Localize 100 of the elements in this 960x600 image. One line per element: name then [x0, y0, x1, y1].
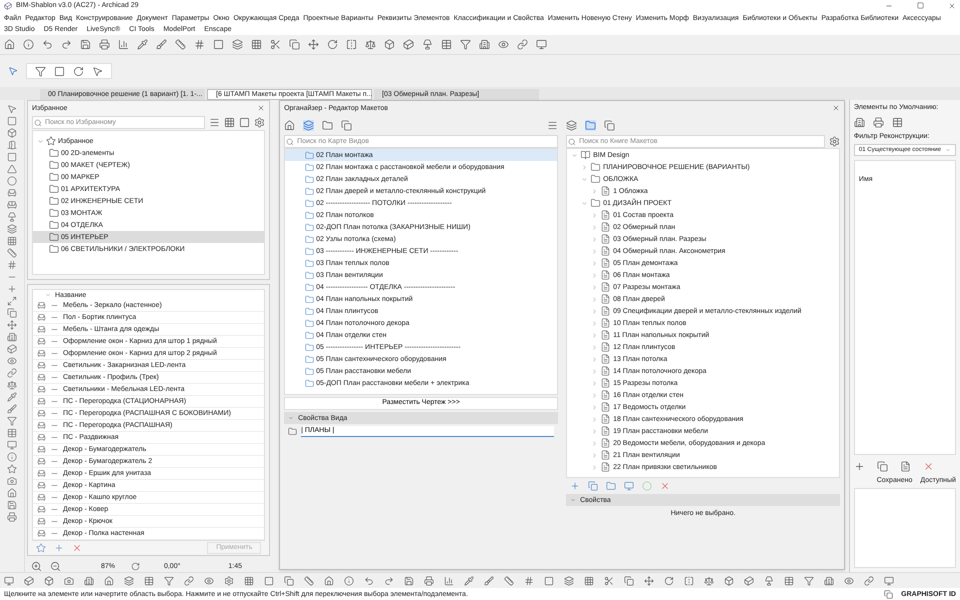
copy-icon[interactable] — [289, 39, 300, 50]
eye-icon[interactable] — [498, 39, 509, 50]
table-icon[interactable] — [892, 116, 903, 128]
move-icon[interactable] — [6, 320, 17, 330]
eye-icon[interactable] — [204, 576, 214, 586]
pipette-icon[interactable] — [6, 392, 17, 402]
table-grid-icon[interactable] — [6, 236, 17, 246]
brush-icon[interactable] — [484, 576, 494, 586]
brush-icon[interactable] — [6, 404, 17, 414]
settings-icon[interactable] — [224, 576, 234, 586]
monitor-icon[interactable] — [536, 39, 547, 50]
filter-icon[interactable] — [6, 416, 17, 426]
redo-icon[interactable] — [384, 576, 394, 586]
building-icon[interactable] — [854, 116, 865, 128]
square-icon[interactable] — [544, 576, 554, 586]
info-icon[interactable] — [344, 576, 354, 586]
monitor-icon[interactable] — [884, 576, 894, 586]
link-icon[interactable] — [864, 576, 874, 586]
table-icon[interactable] — [441, 39, 452, 50]
zoom-out-icon[interactable] — [50, 560, 61, 572]
monitor-icon[interactable] — [4, 576, 14, 586]
eye-icon[interactable] — [844, 576, 854, 586]
move-icon[interactable] — [644, 576, 654, 586]
save-icon[interactable] — [6, 500, 17, 510]
layers-icon[interactable] — [6, 224, 17, 234]
sofa-icon[interactable] — [6, 200, 17, 210]
printer-icon[interactable] — [872, 116, 884, 128]
delete-icon[interactable] — [660, 481, 670, 491]
ruler-icon[interactable] — [175, 39, 186, 50]
building-icon[interactable] — [84, 576, 94, 586]
undo-icon[interactable] — [364, 576, 374, 586]
chevron-down-icon[interactable] — [36, 138, 44, 144]
table-icon[interactable] — [6, 428, 17, 438]
link-icon[interactable] — [517, 39, 528, 50]
cube-icon[interactable] — [744, 576, 754, 586]
home-icon[interactable] — [324, 576, 334, 586]
pointer-icon[interactable] — [8, 66, 18, 76]
filter-icon[interactable] — [804, 576, 814, 586]
lamp-icon[interactable] — [6, 212, 17, 222]
layers-icon[interactable] — [124, 576, 134, 586]
info-icon[interactable] — [6, 452, 17, 462]
monitor-icon[interactable] — [624, 481, 634, 491]
ruler-icon[interactable] — [6, 248, 17, 258]
mirror-icon[interactable] — [346, 39, 357, 50]
box-icon[interactable] — [384, 39, 395, 50]
copy-icon[interactable] — [284, 576, 294, 586]
save-icon[interactable] — [404, 576, 414, 586]
rotate-icon[interactable] — [73, 66, 84, 76]
scissors-icon[interactable] — [604, 576, 614, 586]
cube-icon[interactable] — [24, 576, 34, 586]
camera-icon[interactable] — [64, 576, 74, 586]
filter-icon[interactable] — [35, 66, 46, 76]
copy-icon[interactable] — [604, 120, 616, 130]
scale-icon[interactable] — [704, 576, 714, 586]
filter-icon[interactable] — [460, 39, 471, 50]
delete-icon[interactable] — [72, 543, 82, 553]
add-icon[interactable] — [854, 460, 865, 472]
building-icon[interactable] — [6, 332, 17, 342]
settings-icon[interactable] — [254, 117, 266, 128]
cube-icon[interactable] — [403, 39, 414, 50]
cube-icon[interactable] — [6, 344, 17, 354]
copy-icon[interactable] — [6, 308, 17, 318]
close-icon[interactable] — [948, 2, 956, 10]
delete-icon[interactable] — [922, 460, 934, 472]
square-icon[interactable] — [6, 116, 17, 126]
lamp-icon[interactable] — [422, 39, 433, 50]
layers-icon[interactable] — [232, 39, 243, 50]
printer-icon[interactable] — [99, 39, 110, 50]
save-icon[interactable] — [80, 39, 91, 50]
rotate-icon[interactable] — [327, 39, 338, 50]
monitor-icon[interactable] — [6, 440, 17, 450]
ruler-icon[interactable] — [504, 576, 514, 586]
scale-icon[interactable] — [365, 39, 376, 50]
info-icon[interactable] — [23, 39, 34, 50]
link-icon[interactable] — [6, 368, 17, 378]
building-icon[interactable] — [479, 39, 490, 50]
table-grid-icon[interactable] — [244, 576, 254, 586]
bar-chart-icon[interactable] — [444, 576, 454, 586]
layers-icon[interactable] — [564, 576, 574, 586]
menu-icon[interactable] — [547, 120, 558, 130]
resize-icon[interactable] — [6, 296, 17, 306]
door-icon[interactable] — [6, 140, 17, 150]
box-icon[interactable] — [44, 576, 54, 586]
star-icon[interactable] — [6, 464, 17, 474]
copy-icon[interactable] — [588, 481, 598, 491]
home-icon[interactable] — [4, 39, 15, 50]
copy-icon[interactable] — [876, 460, 888, 472]
grid-view-icon[interactable] — [224, 117, 236, 128]
house-icon[interactable] — [284, 120, 296, 130]
printer-icon[interactable] — [424, 576, 434, 586]
grid-icon[interactable] — [524, 576, 534, 586]
printer-icon[interactable] — [6, 512, 17, 522]
new-folder-icon[interactable] — [606, 481, 616, 491]
close-icon[interactable] — [257, 104, 266, 112]
filter-icon[interactable] — [164, 576, 174, 586]
bar-chart-icon[interactable] — [118, 39, 129, 50]
box-icon[interactable] — [724, 576, 734, 586]
table-grid-icon[interactable] — [251, 39, 262, 50]
home-icon[interactable] — [6, 488, 17, 498]
chair-icon[interactable] — [6, 188, 17, 198]
